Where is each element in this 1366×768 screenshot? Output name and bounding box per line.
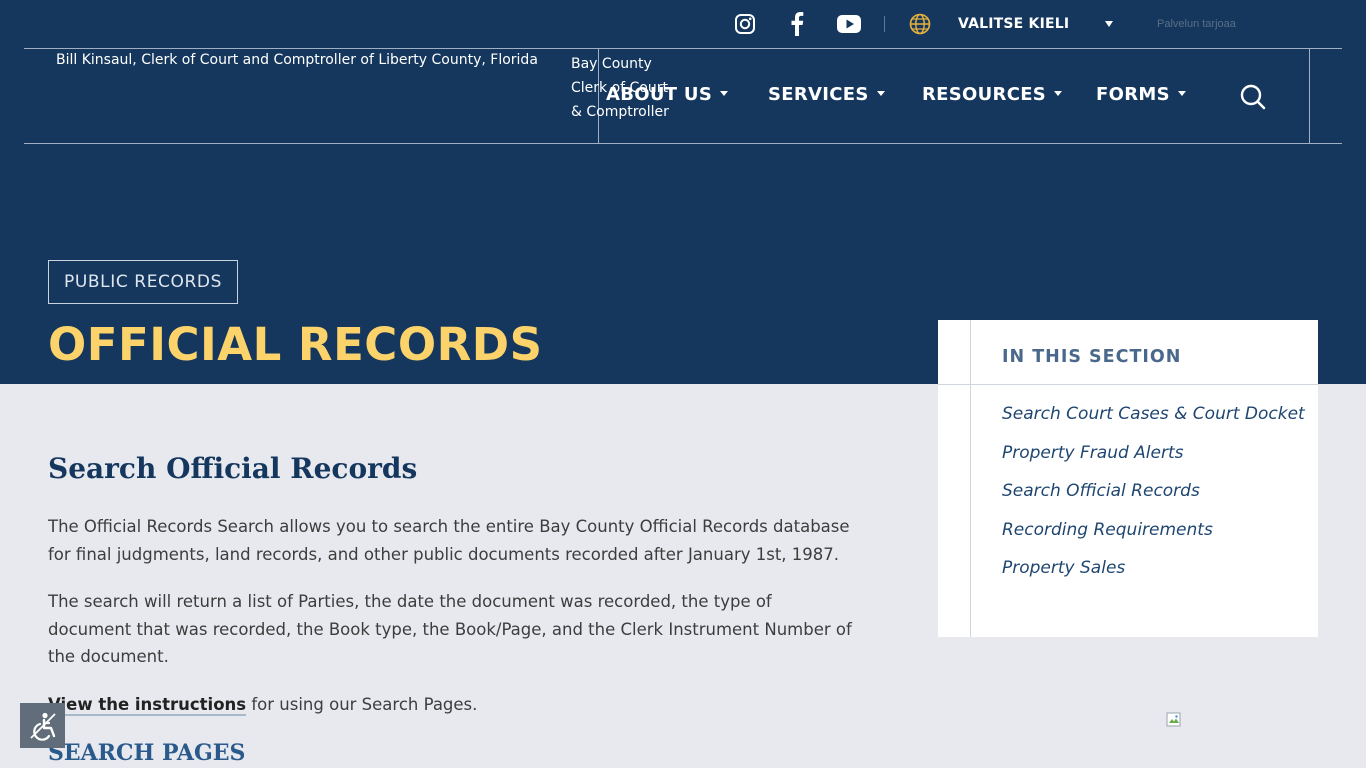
language-select-label: VALITSE KIELI (958, 16, 1070, 32)
nav-divider-right (1309, 48, 1310, 144)
language-select[interactable]: VALITSE KIELI (950, 8, 1122, 40)
nav-divider-bottom (24, 143, 1342, 144)
nav-services[interactable]: SERVICES (768, 84, 885, 105)
results-paragraph: The search will return a list of Parties… (48, 592, 852, 666)
nav-divider-top (24, 48, 1342, 49)
instagram-icon[interactable] (732, 11, 758, 37)
county-logo[interactable]: Bill Kinsaul, Clerk of Court and Comptro… (56, 52, 538, 68)
section-sidebar: IN THIS SECTION Search Court Cases & Cou… (938, 320, 1318, 637)
section-heading: Search Official Records (48, 452, 418, 485)
youtube-icon[interactable] (836, 11, 862, 37)
instructions-link[interactable]: View the instructions (48, 695, 247, 716)
search-icon (1240, 84, 1266, 110)
caret-down-icon (1177, 90, 1186, 96)
sidebar-link-court-cases[interactable]: Search Court Cases & Court Docket (1002, 404, 1305, 424)
sidebar-divider (938, 384, 1318, 385)
sidebar-link-property-sales[interactable]: Property Sales (1002, 558, 1125, 578)
caret-down-icon (876, 90, 885, 96)
breadcrumb-public-records[interactable]: PUBLIC RECORDS (48, 260, 238, 304)
broken-image-icon (1166, 712, 1182, 728)
instructions-paragraph: View the instructions for using our Sear… (48, 691, 860, 719)
nav-forms-label: FORMS (1096, 84, 1170, 105)
sidebar-rail (970, 320, 971, 637)
search-button[interactable] (1238, 82, 1268, 112)
globe-icon (908, 12, 932, 36)
sidebar-title: IN THIS SECTION (1002, 347, 1182, 367)
nav-about-us[interactable]: ABOUT US (606, 84, 729, 105)
search-pages-heading: SEARCH PAGES (48, 740, 246, 766)
topbar-divider (884, 16, 885, 32)
accessibility-button[interactable] (20, 703, 65, 748)
instructions-text: for using our Search Pages. (246, 695, 478, 714)
top-bar: VALITSE KIELI Palvelun tarjoaa (0, 0, 1366, 48)
caret-down-icon (720, 90, 729, 96)
sidebar-link-fraud-alerts[interactable]: Property Fraud Alerts (1002, 443, 1184, 463)
chevron-down-icon (1105, 21, 1113, 27)
sidebar-link-recording-requirements[interactable]: Recording Requirements (1002, 520, 1213, 540)
nav-about-us-label: ABOUT US (606, 84, 713, 105)
facebook-icon[interactable] (784, 11, 810, 37)
caret-down-icon (1054, 90, 1063, 96)
nav-resources[interactable]: RESOURCES (922, 84, 1063, 105)
nav-resources-label: RESOURCES (922, 84, 1047, 105)
intro-paragraph: The Official Records Search allows you t… (48, 517, 850, 564)
nav-forms[interactable]: FORMS (1096, 84, 1186, 105)
nav-services-label: SERVICES (768, 84, 869, 105)
powered-by-text: Palvelun tarjoaa (1157, 18, 1236, 30)
sidebar-link-official-records[interactable]: Search Official Records (1002, 481, 1200, 501)
page-title: OFFICIAL RECORDS (48, 318, 543, 371)
accessibility-icon (29, 712, 56, 741)
